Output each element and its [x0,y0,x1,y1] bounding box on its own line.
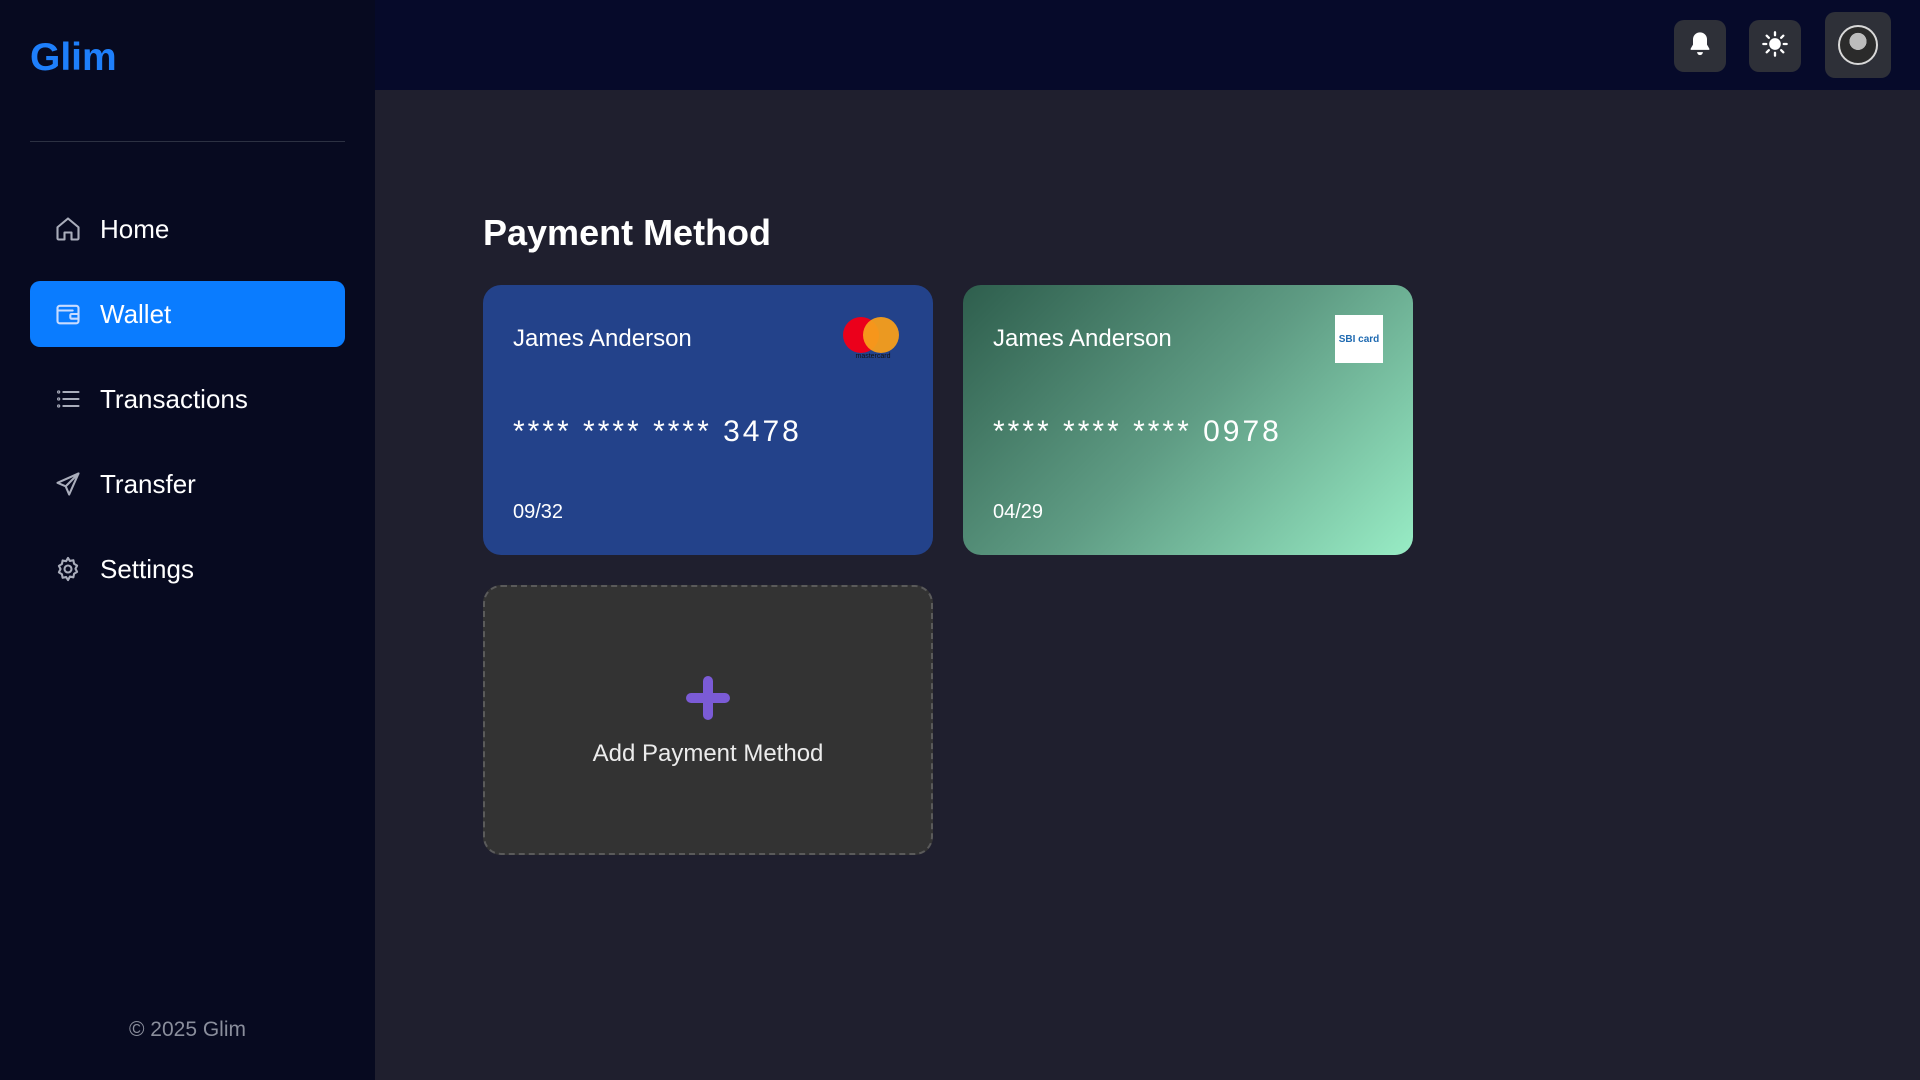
add-payment-method-label: Add Payment Method [592,739,824,767]
sidebar-item-label: Wallet [100,298,172,329]
profile-button[interactable] [1825,12,1891,78]
card-expiry: 09/32 [513,501,564,523]
sidebar-divider [30,141,345,142]
mastercard-wordmark: mastercard [855,353,891,360]
mastercard-circle-orange [863,317,899,353]
sidebar: Glim Home Wallet Transactions Transfer S… [0,0,375,1080]
card-expiry: 04/29 [993,501,1044,523]
sidebar-nav: Home Wallet Transactions Transfer Settin [30,196,345,621]
copyright-text: © 2025 Glim [128,1018,247,1041]
add-payment-method-button[interactable]: Add Payment Method [483,585,933,855]
app-logo[interactable]: Glim [30,36,117,80]
avatar [1838,25,1878,65]
list-icon [54,385,82,413]
mastercard-logo-icon: mastercard [843,317,899,363]
sidebar-item-label: Transactions [100,383,248,414]
home-icon [54,215,82,243]
card-holder-name: James Anderson [513,325,692,352]
gear-icon [54,555,82,583]
page-title: Payment Method [483,212,772,253]
payment-card[interactable]: James Anderson SBI card **** **** **** 0… [963,285,1413,555]
sun-icon [1761,30,1789,63]
payment-card[interactable]: James Anderson mastercard **** **** ****… [483,285,933,555]
sidebar-item-label: Home [100,213,170,244]
sidebar-item-transfer[interactable]: Transfer [30,451,345,517]
notifications-button[interactable] [1674,20,1726,72]
bell-icon [1686,30,1714,63]
card-number: **** **** **** 0978 [993,415,1282,448]
sidebar-item-wallet[interactable]: Wallet [30,281,345,347]
sidebar-item-settings[interactable]: Settings [30,536,345,602]
card-holder-name: James Anderson [993,325,1172,352]
sidebar-item-label: Settings [100,553,194,584]
sidebar-item-home[interactable]: Home [30,196,345,262]
sidebar-item-label: Transfer [100,468,196,499]
card-number: **** **** **** 3478 [513,415,802,448]
plus-icon [683,673,733,740]
send-icon [54,470,82,498]
sbicard-logo-icon: SBI card [1335,315,1383,363]
sidebar-item-transactions[interactable]: Transactions [30,366,345,432]
wallet-icon [54,300,82,328]
theme-toggle-button[interactable] [1749,20,1801,72]
